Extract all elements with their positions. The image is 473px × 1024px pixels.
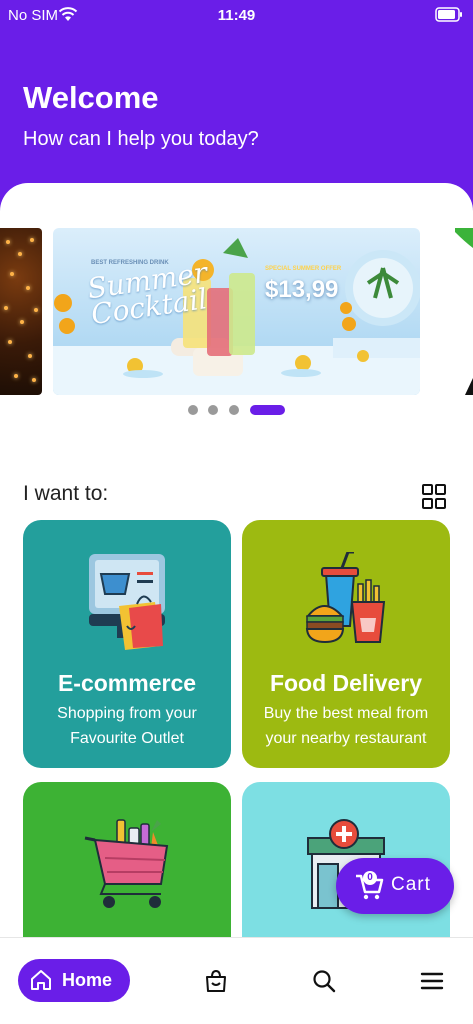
grocery-cart-icon bbox=[84, 819, 169, 908]
shopping-computer-icon bbox=[89, 554, 165, 650]
carousel-dot[interactable] bbox=[188, 405, 198, 415]
banner-price: $13,99 bbox=[265, 276, 339, 303]
carousel-slide-summer-cocktail[interactable]: BEST REFRESHING DRINK Summer Cocktail SP… bbox=[53, 228, 420, 395]
cart-label: Cart bbox=[391, 874, 431, 895]
service-card-ecommerce[interactable]: E-commerce Shopping from your Favourite … bbox=[23, 520, 231, 768]
cart-button[interactable]: 0 Cart bbox=[336, 858, 454, 914]
bottom-navigation: Home bbox=[0, 937, 473, 1024]
battery-icon bbox=[435, 7, 462, 22]
nav-home-label: Home bbox=[62, 970, 113, 990]
menu-icon[interactable] bbox=[420, 969, 444, 993]
next-slide-illustration bbox=[455, 228, 473, 395]
home-icon bbox=[31, 970, 51, 990]
clock: 11:49 bbox=[217, 7, 256, 24]
carousel-slide-next[interactable] bbox=[455, 228, 473, 395]
card-title: Food Delivery bbox=[269, 670, 423, 696]
carousel-dot[interactable] bbox=[208, 405, 218, 415]
carousel-dot-active[interactable] bbox=[250, 405, 285, 415]
card-description: Buy the best meal from your nearby resta… bbox=[263, 705, 429, 747]
card-title: E-commerce bbox=[57, 670, 197, 696]
search-icon[interactable] bbox=[312, 969, 336, 993]
card-description: Shopping from your Favourite Outlet bbox=[57, 705, 197, 747]
welcome-subtitle: How can I help you today? bbox=[23, 128, 259, 150]
banner-offer: SPECIAL SUMMER OFFER bbox=[265, 266, 342, 272]
welcome-title: Welcome bbox=[23, 80, 159, 115]
grid-view-icon[interactable] bbox=[421, 482, 447, 512]
status-bar: No SIM 11:49 bbox=[0, 0, 473, 30]
carousel-slide-lanterns[interactable] bbox=[0, 228, 42, 395]
section-title: I want to: bbox=[23, 482, 109, 505]
fast-food-icon bbox=[305, 552, 386, 644]
orders-bag-icon[interactable] bbox=[204, 969, 228, 993]
cart-count-badge: 0 bbox=[363, 871, 377, 885]
nav-home-button[interactable]: Home bbox=[18, 959, 130, 1002]
carousel-dot[interactable] bbox=[229, 405, 239, 415]
service-card-food-delivery[interactable]: Food Delivery Buy the best meal from you… bbox=[242, 520, 450, 768]
